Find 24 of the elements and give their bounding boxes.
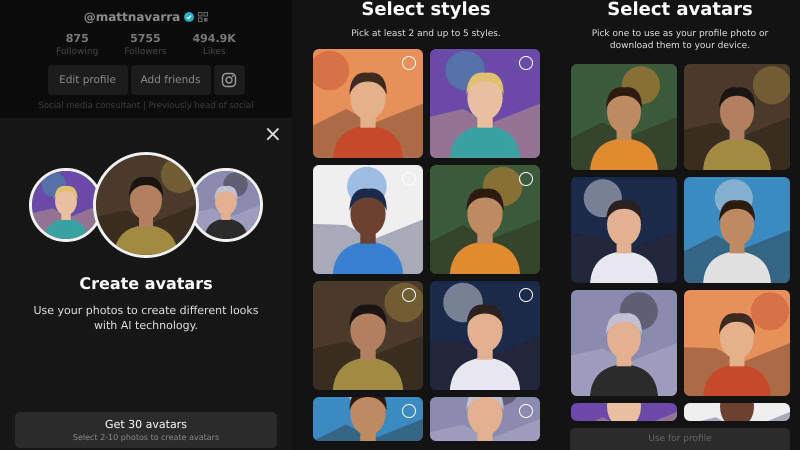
select-circle[interactable] [518, 56, 532, 70]
instagram-button[interactable] [214, 65, 244, 95]
avatars-subtitle: Pick one to use as your profile photo or download them to your device. [590, 28, 770, 52]
qr-code-icon[interactable] [198, 12, 208, 22]
styles-title: Select styles [361, 0, 491, 20]
avatars-title: Select avatars [607, 0, 753, 20]
sheet-title: Create avatars [79, 274, 213, 293]
stat-value: 5755 [130, 32, 161, 45]
stat-value: 494.9K [192, 32, 236, 45]
select-circle[interactable] [402, 288, 416, 302]
select-circle[interactable] [518, 172, 532, 186]
stat-label: Likes [202, 47, 226, 57]
close-button[interactable]: × [262, 124, 284, 146]
profile-button[interactable]: Add friends [130, 65, 210, 95]
styles-subtitle: Pick at least 2 and up to 5 styles. [350, 28, 502, 40]
username: @mattnavarra [84, 10, 180, 24]
sheet-description: Use your photos to create different looks with AI technology. [32, 303, 260, 334]
get-avatars-button[interactable]: Get 30 avatars Select 2-10 photos to create avatars [15, 412, 277, 448]
stat-value: 875 [66, 32, 89, 45]
select-circle[interactable] [518, 288, 532, 302]
stat-label: Followers [124, 47, 166, 57]
profile-button[interactable]: Edit profile [48, 65, 128, 95]
stat-label: Following [56, 47, 98, 57]
camera-icon [221, 72, 237, 88]
